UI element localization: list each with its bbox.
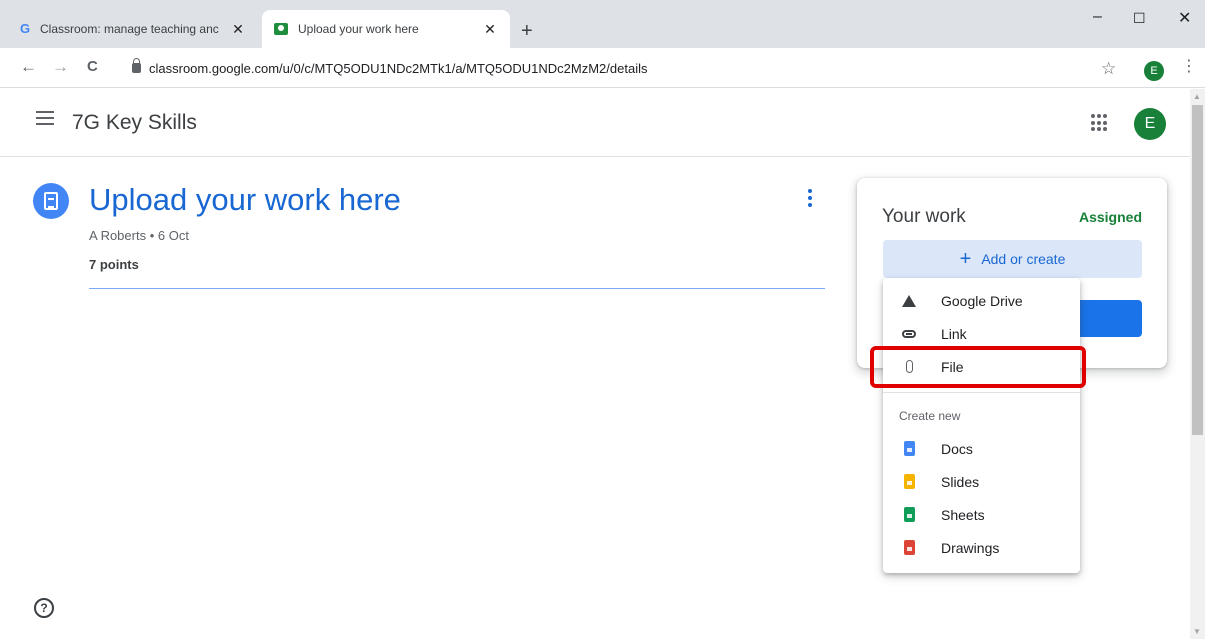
classroom-favicon-icon: [274, 23, 288, 35]
drawings-icon: [901, 540, 917, 555]
tab-classroom[interactable]: G Classroom: manage teaching anc ✕: [18, 10, 266, 48]
tab-close-icon[interactable]: ✕: [480, 21, 500, 38]
assignment-meta: A Roberts • 6 Oct: [89, 228, 189, 243]
google-apps-icon[interactable]: [1091, 114, 1109, 132]
window-close-button[interactable]: ✕: [1178, 8, 1191, 28]
menu-item-google-drive[interactable]: Google Drive: [883, 284, 1080, 317]
sheets-icon: [901, 507, 917, 522]
menu-item-label: Docs: [941, 440, 973, 457]
bookmark-star-icon[interactable]: ☆: [1101, 59, 1116, 79]
add-or-create-button[interactable]: + Add or create: [883, 240, 1142, 278]
back-button[interactable]: ←: [20, 58, 37, 76]
assignment-title: Upload your work here: [89, 182, 401, 217]
more-options-icon[interactable]: [808, 189, 814, 207]
classroom-header: 7G Key Skills E: [0, 89, 1190, 157]
maximize-button[interactable]: ☐: [1133, 10, 1146, 27]
add-or-create-label: Add or create: [981, 251, 1066, 267]
your-work-title: Your work: [882, 206, 966, 227]
menu-item-label: Google Drive: [941, 292, 1023, 309]
plus-icon: +: [959, 248, 972, 270]
page-scrollbar[interactable]: ▲ ▼: [1190, 89, 1205, 639]
assignment-icon: [33, 183, 69, 219]
avatar[interactable]: E: [1134, 108, 1166, 140]
scroll-down-icon[interactable]: ▼: [1193, 627, 1201, 636]
drive-icon: [901, 294, 917, 307]
docs-icon: [901, 441, 917, 456]
browser-toolbar: ← → C classroom.google.com/u/0/c/MTQ5ODU…: [0, 48, 1205, 88]
new-tab-button[interactable]: +: [521, 21, 533, 41]
profile-button[interactable]: E: [1144, 61, 1164, 81]
google-favicon-icon: G: [19, 21, 31, 36]
address-bar[interactable]: classroom.google.com/u/0/c/MTQ5ODU1NDc2M…: [116, 54, 1136, 82]
menu-item-drawings[interactable]: Drawings: [883, 531, 1080, 564]
lock-icon: [132, 58, 141, 73]
menu-item-label: Link: [941, 325, 967, 342]
tab-close-icon[interactable]: ✕: [228, 21, 248, 38]
menu-divider: [883, 392, 1080, 393]
reload-button[interactable]: C: [87, 58, 98, 76]
hamburger-menu-icon[interactable]: [36, 111, 54, 125]
scroll-up-icon[interactable]: ▲: [1193, 92, 1201, 101]
create-new-heading: Create new: [899, 409, 961, 423]
menu-item-docs[interactable]: Docs: [883, 432, 1080, 465]
link-icon: [901, 329, 917, 338]
browser-tab-strip: G Classroom: manage teaching anc ✕ Uploa…: [0, 0, 1205, 48]
add-or-create-menu: Google Drive Link File Create new Docs S…: [883, 278, 1080, 573]
menu-item-label: Slides: [941, 473, 980, 490]
scroll-thumb[interactable]: [1192, 105, 1203, 435]
class-title[interactable]: 7G Key Skills: [72, 111, 197, 135]
tab-title: Upload your work here: [298, 22, 419, 36]
slides-icon: [901, 474, 917, 489]
minimize-button[interactable]: –: [1093, 8, 1102, 26]
menu-item-label: Sheets: [941, 506, 985, 523]
menu-item-sheets[interactable]: Sheets: [883, 498, 1080, 531]
menu-item-label: Drawings: [941, 539, 1000, 556]
forward-button[interactable]: →: [52, 58, 69, 76]
assignment-points: 7 points: [89, 257, 139, 272]
tab-title: Classroom: manage teaching anc: [40, 22, 219, 36]
assignment-divider: [89, 288, 825, 289]
status-badge: Assigned: [1078, 209, 1142, 225]
url-text: classroom.google.com/u/0/c/MTQ5ODU1NDc2M…: [149, 60, 648, 76]
browser-menu-icon[interactable]: ⋮: [1181, 59, 1197, 75]
help-icon[interactable]: ?: [34, 598, 54, 618]
file-highlight-box: [870, 346, 1086, 388]
tab-upload-work[interactable]: Upload your work here ✕: [262, 10, 510, 48]
menu-item-slides[interactable]: Slides: [883, 465, 1080, 498]
